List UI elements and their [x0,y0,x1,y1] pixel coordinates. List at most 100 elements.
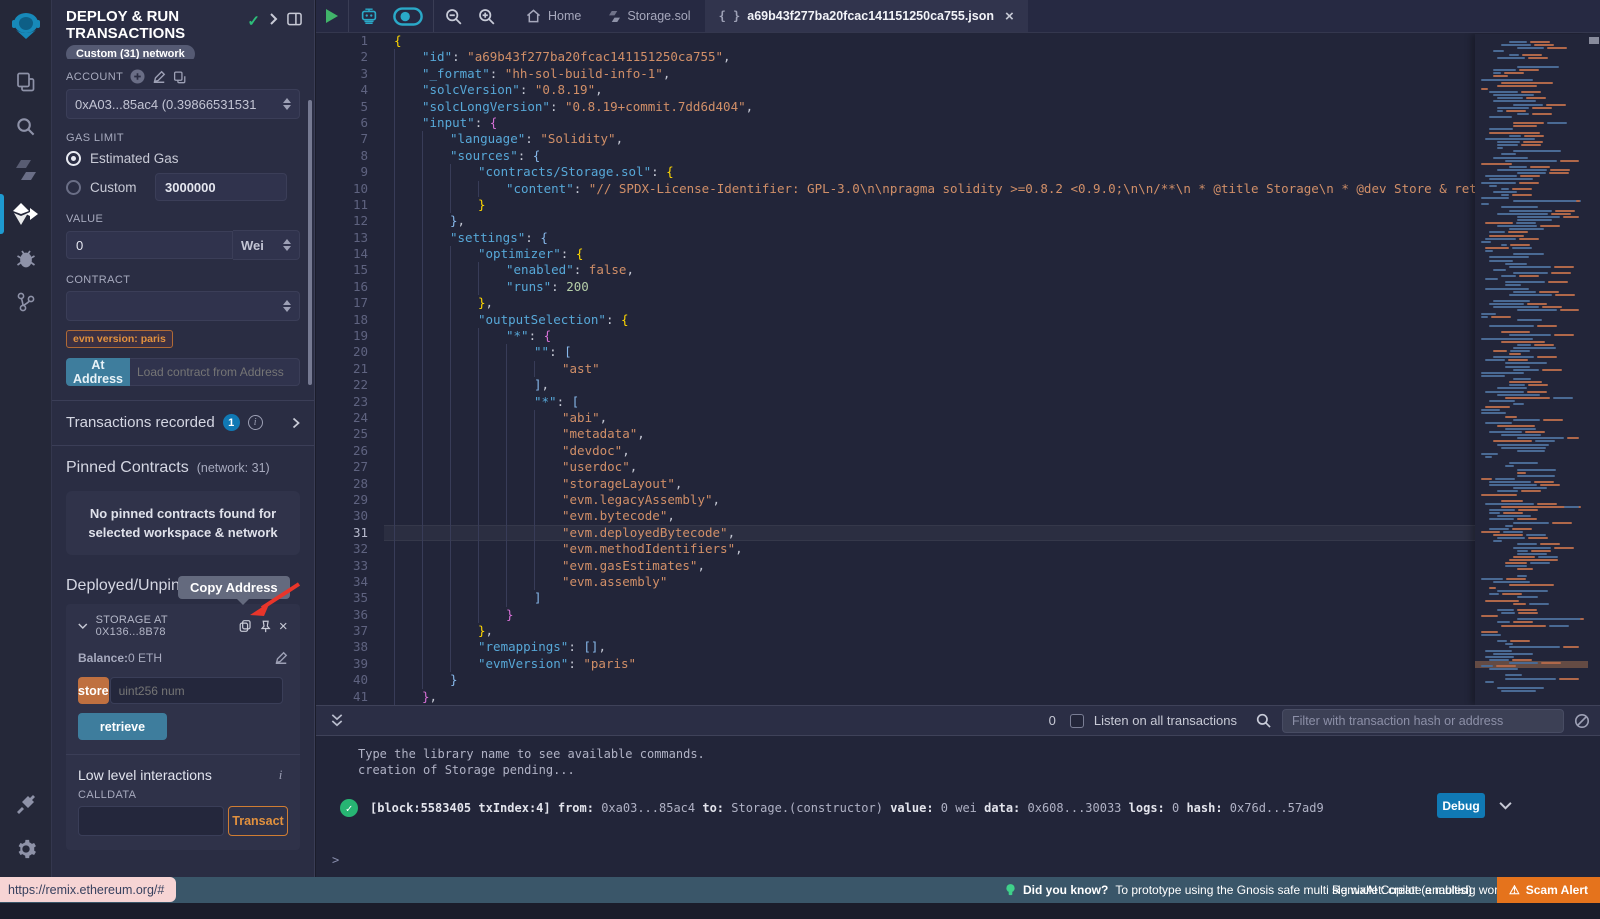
transact-button[interactable]: Transact [228,806,288,836]
remix-logo-icon[interactable] [0,0,52,52]
panel-check-icon: ✓ [247,12,260,30]
low-level-info-icon[interactable]: i [273,768,288,783]
code-line: 33"evm.gasEstimates", [316,558,1600,574]
editor-area: Home Storage.sol { } a69b43f277ba20fcac1… [316,0,1600,877]
panel-scrollbar[interactable] [308,100,312,385]
add-account-icon[interactable] [130,69,145,84]
gas-custom-option[interactable]: Custom [66,173,300,201]
plugin-manager-icon[interactable] [0,783,52,827]
radio-custom[interactable] [66,180,81,195]
settings-gear-icon[interactable] [0,827,52,871]
scrollbar-thumb[interactable] [1589,37,1599,44]
code-line: 30"evm.bytecode", [316,508,1600,524]
gas-estimated-option[interactable]: Estimated Gas [66,151,300,166]
tab-close-icon[interactable]: × [1005,8,1014,25]
low-level-label: Low level interactions [78,767,212,783]
code-line: 7"language": "Solidity", [316,131,1600,147]
transactions-info-icon[interactable]: i [248,415,263,430]
transactions-expand-icon[interactable] [292,417,300,429]
listen-label: Listen on all transactions [1094,713,1237,728]
clear-console-icon[interactable] [1574,713,1590,729]
calldata-input[interactable] [78,806,224,836]
solidity-compiler-icon[interactable] [0,148,52,192]
balance-value: 0 ETH [128,651,162,665]
code-line: 35] [316,590,1600,606]
store-arg-input[interactable] [110,677,283,704]
code-line: 18"outputSelection": { [316,312,1600,328]
deployed-contract-card: STORAGE AT 0X136...8B78 × Balance: 0 ETH… [66,604,300,850]
run-script-icon[interactable] [326,9,338,23]
editor-scrollbar[interactable] [1588,34,1600,705]
contract-select[interactable] [66,291,300,321]
terminal-prompt[interactable]: > [316,817,1600,867]
git-icon[interactable] [0,280,52,324]
edit-balance-icon[interactable] [274,651,288,665]
window-edge [0,903,1600,919]
panel-expand-icon[interactable] [269,12,278,26]
debugger-icon[interactable] [0,236,52,280]
code-line: 31"evm.deployedBytecode", [316,525,1600,541]
listen-count: 0 [1049,713,1056,728]
did-you-know-label: Did you know? [1023,883,1108,897]
code-editor[interactable]: 1{2"id": "a69b43f277ba20fcac141151250ca7… [316,33,1600,705]
transaction-log-row[interactable]: ✓ [block:5583405 txIndex:4] from: 0xa03.… [340,799,1600,817]
copilot-toggle[interactable] [393,7,423,26]
copilot-robot-icon[interactable] [359,6,379,26]
code-line: 6"input": { [316,115,1600,131]
code-line: 27"userdoc", [316,459,1600,475]
minimap[interactable] [1475,34,1588,705]
value-label: VALUE [66,213,103,225]
warning-icon: ⚠ [1509,883,1520,897]
value-unit-select[interactable]: Wei [233,230,300,260]
code-line: 10"content": "// SPDX-License-Identifier… [316,181,1600,197]
zoom-in-icon[interactable] [477,7,496,26]
code-lines: 1{2"id": "a69b43f277ba20fcac141151250ca7… [316,33,1600,705]
tab-home[interactable]: Home [512,0,595,32]
panel-title: DEPLOY & RUN TRANSACTIONS [66,8,247,42]
retrieve-button[interactable]: retrieve [78,713,167,740]
search-icon[interactable] [0,104,52,148]
code-line: 1{ [316,33,1600,49]
terminal-collapse-icon[interactable] [330,713,344,728]
terminal[interactable]: Type the library name to see available c… [316,737,1600,877]
terminal-filter-input[interactable] [1282,709,1564,733]
code-line: 29"evm.legacyAssembly", [316,492,1600,508]
tab-home-label: Home [548,9,581,23]
value-input[interactable] [66,231,233,259]
deploy-run-icon[interactable] [0,192,52,236]
copy-account-icon[interactable] [173,70,186,84]
tx-success-icon: ✓ [340,799,358,817]
edit-account-icon[interactable] [152,70,166,84]
url-tooltip: https://remix.ethereum.org/# [0,877,176,902]
radio-estimated[interactable] [66,151,81,166]
gas-custom-input[interactable] [155,173,287,201]
at-address-button[interactable]: At Address [66,358,130,386]
tx-expand-icon[interactable] [1499,801,1512,810]
tab-json-active[interactable]: { } a69b43f277ba20fcac141151250ca755.jso… [705,0,1028,32]
file-explorer-icon[interactable] [0,60,52,104]
terminal-search-icon[interactable] [1255,712,1272,729]
tab-storage-sol[interactable]: Storage.sol [595,0,704,32]
tab-json-label: a69b43f277ba20fcac141151250ca755.json [747,9,994,23]
status-bar: Did you know? To prototype using the Gno… [0,877,1600,903]
code-line: 9"contracts/Storage.sol": { [316,164,1600,180]
copilot-status[interactable]: RemixAI Copilot (enabled) [1332,883,1472,897]
gas-custom-label: Custom [90,180,146,195]
store-button[interactable]: store [78,677,109,704]
zoom-out-icon[interactable] [444,7,463,26]
deploy-run-panel: DEPLOY & RUN TRANSACTIONS ✓ Custom (31) … [52,0,315,877]
listen-checkbox[interactable] [1070,714,1084,728]
load-contract-input[interactable] [130,358,300,386]
account-stepper[interactable] [283,98,291,110]
debug-button[interactable]: Debug [1437,793,1485,818]
balance-label: Balance: [78,651,128,665]
scam-alert-badge[interactable]: ⚠ Scam Alert [1497,877,1600,903]
code-line: 2"id": "a69b43f277ba20fcac141151250ca755… [316,49,1600,65]
contract-collapse-icon[interactable] [78,622,88,630]
pinned-contracts-label: Pinned Contracts [66,459,189,477]
value-unit: Wei [241,238,264,253]
account-select[interactable]: 0xA03...85ac4 (0.39866531531 [66,89,300,119]
panel-pin-view-icon[interactable] [287,12,302,26]
solidity-file-icon [609,10,620,23]
gas-estimated-label: Estimated Gas [90,151,179,166]
